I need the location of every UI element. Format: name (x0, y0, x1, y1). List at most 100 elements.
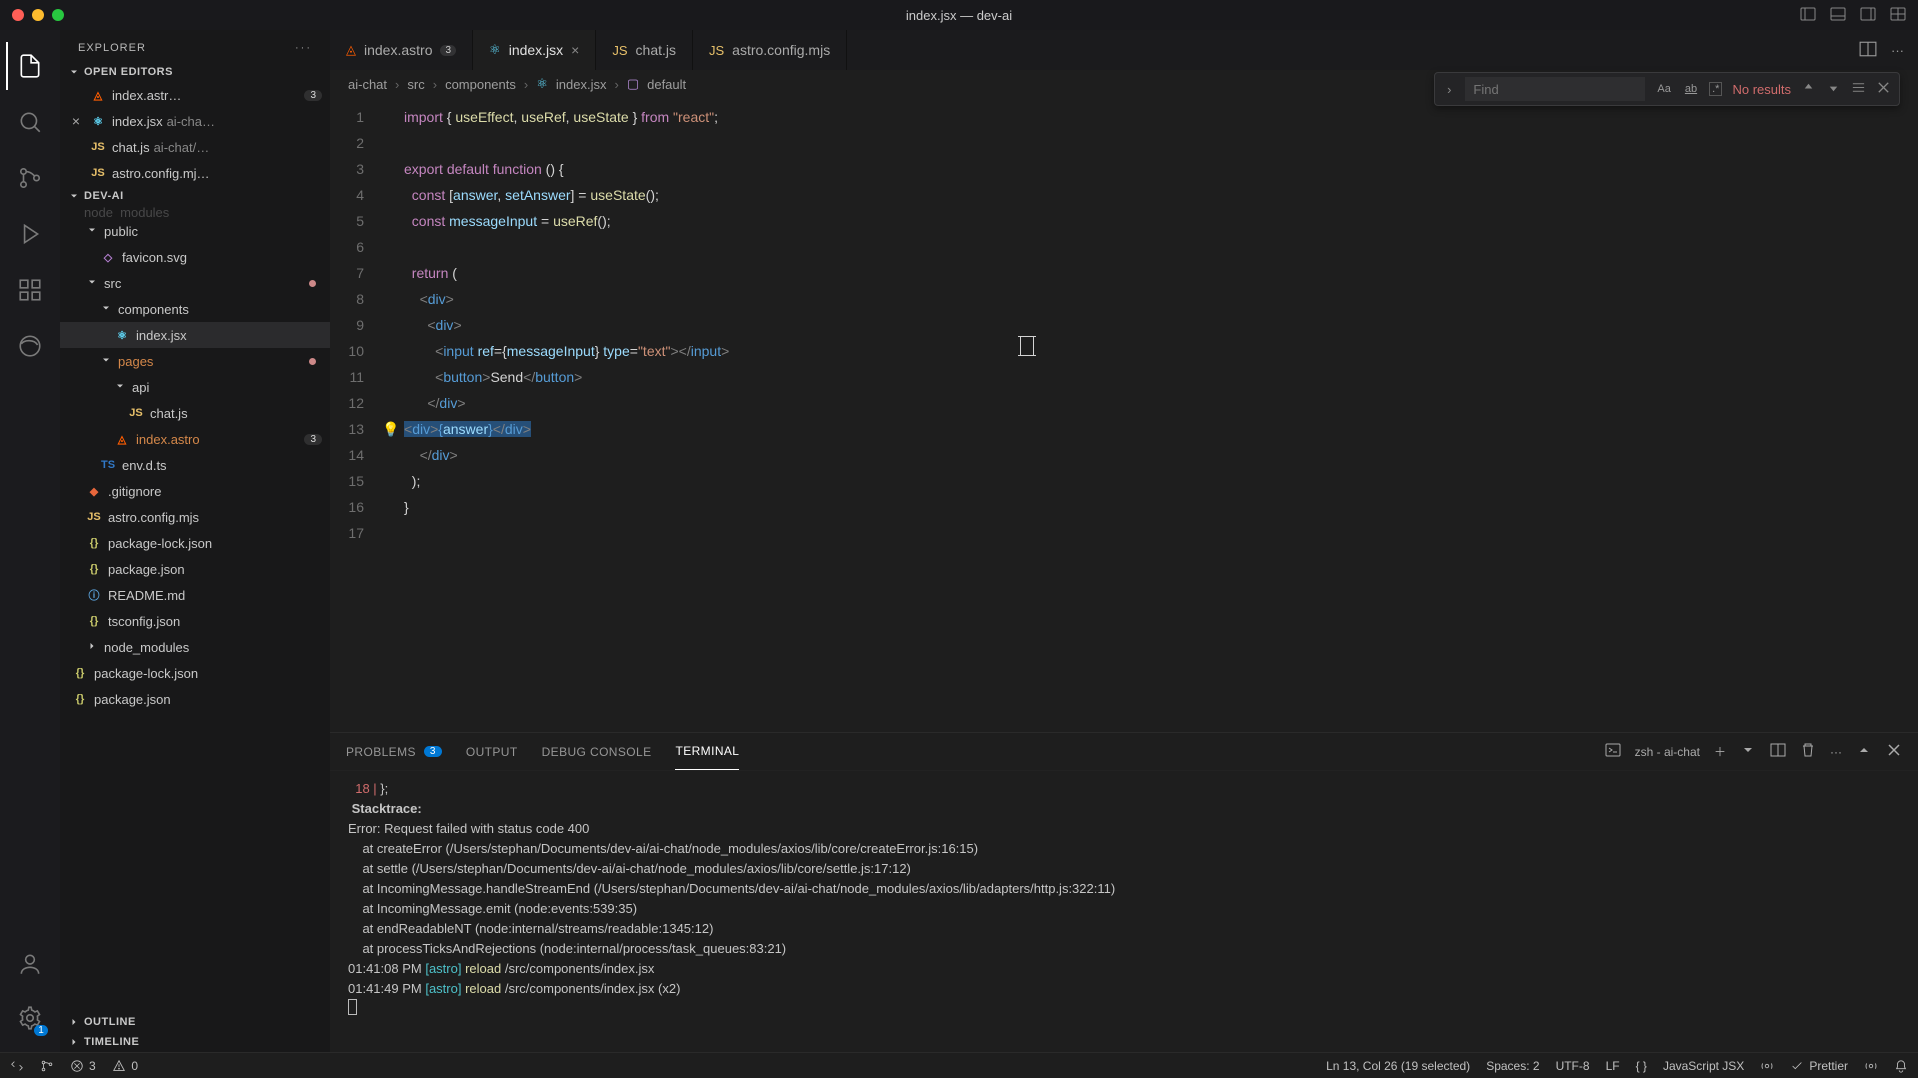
prettier-status[interactable]: Prettier (1790, 1059, 1848, 1073)
explorer-activity[interactable] (6, 42, 54, 90)
output-tab[interactable]: OUTPUT (466, 733, 518, 770)
crumb[interactable]: ai-chat (348, 77, 387, 92)
match-case-toggle[interactable]: Aa (1655, 81, 1672, 97)
edge-activity[interactable] (6, 322, 54, 370)
file-item[interactable]: {}package-lock.json (60, 660, 330, 686)
file-item[interactable]: JSchat.js (60, 400, 330, 426)
code-line[interactable]: const [answer, setAnswer] = useState(); (404, 182, 1918, 208)
encoding[interactable]: UTF-8 (1556, 1059, 1590, 1073)
more-icon[interactable]: ··· (295, 42, 312, 54)
open-editor-item[interactable]: × ⚛ index.jsxai-cha… (60, 108, 330, 134)
shell-label[interactable]: zsh - ai-chat (1635, 745, 1700, 759)
code-line[interactable] (404, 520, 1918, 546)
code-line[interactable]: </div> (404, 442, 1918, 468)
project-section[interactable]: DEV-AI (60, 186, 330, 206)
open-editor-item[interactable]: ◬ index.astr… 3 (60, 82, 330, 108)
source-control-activity[interactable] (6, 154, 54, 202)
split-terminal-icon[interactable] (1770, 742, 1786, 761)
debug-console-tab[interactable]: DEBUG CONSOLE (542, 733, 652, 770)
more-icon[interactable]: ··· (1891, 43, 1904, 58)
file-item[interactable]: ◆.gitignore (60, 478, 330, 504)
file-item[interactable]: {}package.json (60, 686, 330, 712)
editor-tab[interactable]: JS astro.config.mjs (693, 30, 847, 70)
folder-item[interactable]: pages (60, 348, 330, 374)
folder-item[interactable]: components (60, 296, 330, 322)
cursor-position[interactable]: Ln 13, Col 26 (19 selected) (1326, 1059, 1470, 1073)
minimize-window-button[interactable] (32, 9, 44, 21)
regex-toggle[interactable]: .* (1709, 82, 1722, 96)
file-item[interactable]: {}package-lock.json (60, 530, 330, 556)
close-window-button[interactable] (12, 9, 24, 21)
code-line[interactable]: </div> (404, 390, 1918, 416)
code-line[interactable]: export default function () { (404, 156, 1918, 182)
run-debug-activity[interactable] (6, 210, 54, 258)
folder-item[interactable]: node_modules (60, 634, 330, 660)
notifications-icon[interactable] (1894, 1059, 1908, 1073)
file-item[interactable]: {}tsconfig.json (60, 608, 330, 634)
outline-section[interactable]: OUTLINE (60, 1012, 330, 1032)
search-activity[interactable] (6, 98, 54, 146)
code-line[interactable]: <div> (404, 286, 1918, 312)
whole-word-toggle[interactable]: ab (1683, 81, 1699, 97)
code-line[interactable]: <input ref={messageInput} type="text"></… (404, 338, 1918, 364)
code-line[interactable]: const messageInput = useRef(); (404, 208, 1918, 234)
remote-button[interactable] (10, 1059, 24, 1073)
find-selection-icon[interactable] (1851, 80, 1866, 98)
crumb[interactable]: components (445, 77, 516, 92)
settings-activity[interactable]: 1 (6, 994, 54, 1042)
editor-tab[interactable]: ◬ index.astro 3 (330, 30, 473, 70)
close-panel-icon[interactable] (1886, 742, 1902, 761)
open-editor-item[interactable]: JS chat.jsai-chat/… (60, 134, 330, 160)
code-line[interactable] (404, 234, 1918, 260)
file-item[interactable]: ⓘREADME.md (60, 582, 330, 608)
close-icon[interactable]: × (68, 113, 84, 129)
open-editors-section[interactable]: OPEN EDITORS (60, 62, 330, 82)
accounts-activity[interactable] (6, 940, 54, 988)
code-line[interactable]: import { useEffect, useRef, useState } f… (404, 104, 1918, 130)
layout-grid-icon[interactable] (1890, 6, 1906, 25)
folder-item[interactable]: api (60, 374, 330, 400)
folder-item[interactable]: src (60, 270, 330, 296)
code-line[interactable]: } (404, 494, 1918, 520)
open-editor-item[interactable]: JS astro.config.mj… (60, 160, 330, 186)
indentation[interactable]: Spaces: 2 (1486, 1059, 1539, 1073)
bracket-pair[interactable]: { } (1636, 1059, 1647, 1073)
editor-tab[interactable]: JS chat.js (596, 30, 693, 70)
terminal-dropdown-icon[interactable] (1740, 742, 1756, 761)
errors-button[interactable]: 3 0 (70, 1059, 138, 1073)
folder-item[interactable]: public (60, 218, 330, 244)
editor-tab[interactable]: ⚛ index.jsx × (473, 30, 596, 70)
code-editor[interactable]: 1 import { useEffect, useRef, useState }… (330, 98, 1918, 732)
panel-right-icon[interactable] (1860, 6, 1876, 25)
next-match-icon[interactable] (1826, 80, 1841, 98)
terminal-output[interactable]: 18 | }; Stacktrace:Error: Request failed… (330, 771, 1918, 1052)
prev-match-icon[interactable] (1801, 80, 1816, 98)
more-icon[interactable]: ··· (1830, 745, 1842, 759)
eol[interactable]: LF (1606, 1059, 1620, 1073)
maximize-window-button[interactable] (52, 9, 64, 21)
terminal-tab[interactable]: TERMINAL (675, 733, 739, 770)
timeline-section[interactable]: TIMELINE (60, 1032, 330, 1052)
crumb[interactable]: index.jsx (556, 77, 607, 92)
panel-left-icon[interactable] (1800, 6, 1816, 25)
code-line[interactable]: <div>{answer}</div> (404, 416, 1918, 442)
problems-tab[interactable]: PROBLEMS 3 (346, 733, 442, 770)
file-item[interactable]: JSastro.config.mjs (60, 504, 330, 530)
maximize-panel-icon[interactable] (1856, 742, 1872, 761)
lightbulb-icon[interactable]: 💡 (382, 421, 399, 437)
code-line[interactable]: <button>Send</button> (404, 364, 1918, 390)
close-tab-icon[interactable]: × (571, 42, 579, 58)
file-item[interactable]: ◬index.astro3 (60, 426, 330, 452)
close-find-icon[interactable] (1876, 80, 1891, 98)
extensions-activity[interactable] (6, 266, 54, 314)
code-line[interactable] (404, 130, 1918, 156)
trash-icon[interactable] (1800, 742, 1816, 761)
file-item[interactable]: {}package.json (60, 556, 330, 582)
feedback-icon[interactable] (1864, 1059, 1878, 1073)
code-line[interactable]: ); (404, 468, 1918, 494)
file-item[interactable]: ◇favicon.svg (60, 244, 330, 270)
language-mode[interactable]: JavaScript JSX (1663, 1059, 1744, 1073)
go-live[interactable] (1760, 1059, 1774, 1073)
file-item[interactable]: ⚛index.jsx (60, 322, 330, 348)
split-editor-icon[interactable] (1859, 40, 1877, 61)
